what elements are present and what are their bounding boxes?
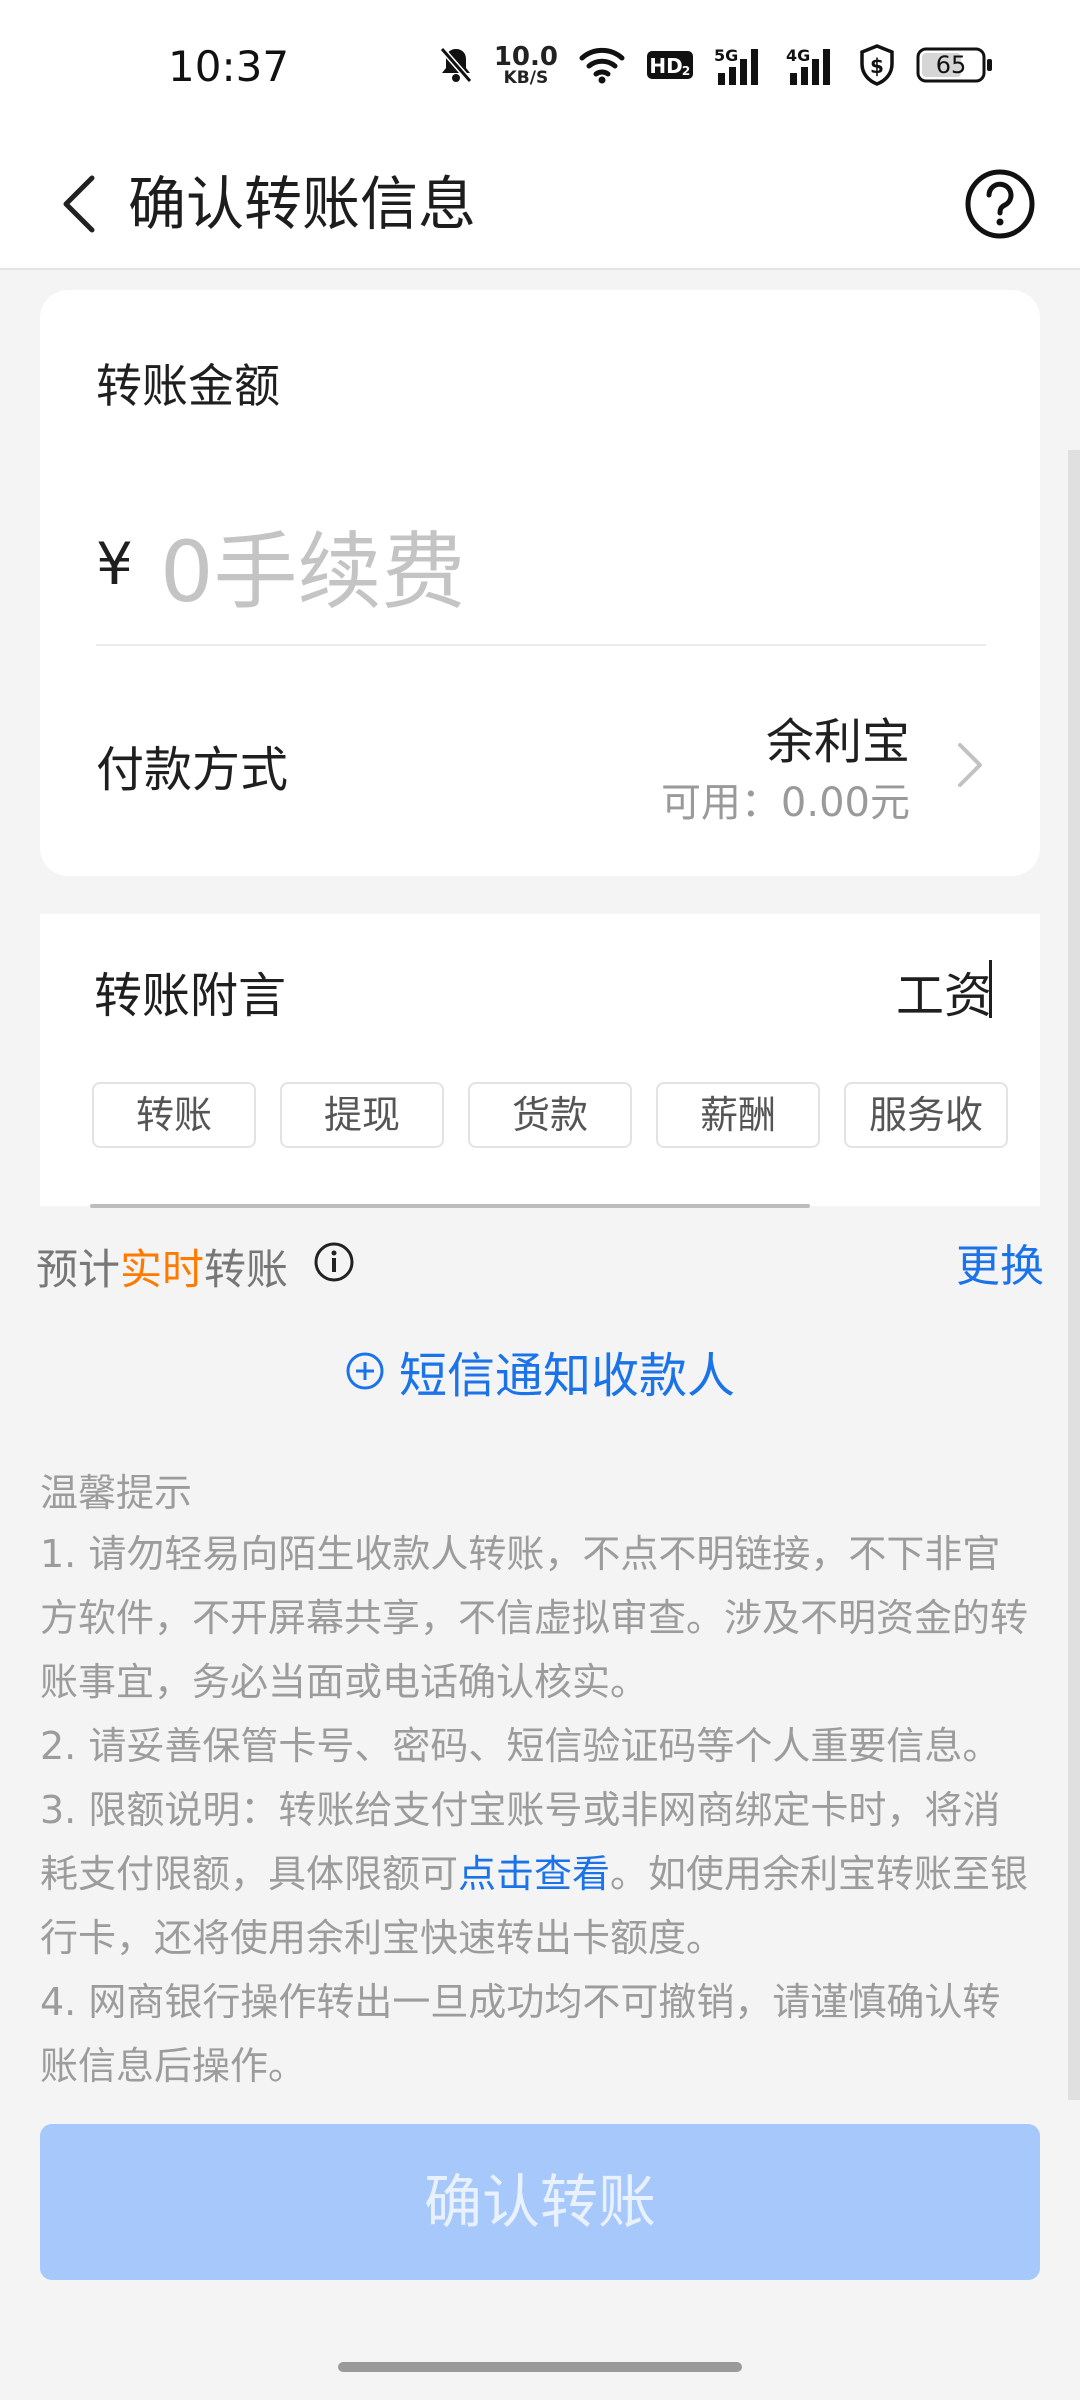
memo-input[interactable]: 工资 bbox=[896, 956, 992, 1026]
memo-chip[interactable]: 提现 bbox=[280, 1082, 444, 1148]
view-limit-link[interactable]: 点击查看 bbox=[458, 1852, 610, 1896]
tip-item: 3. 限额说明：转账给支付宝账号或非网商绑定卡时，将消耗支付限额，具体限额可点击… bbox=[40, 1778, 1030, 1970]
confirm-transfer-button[interactable]: 确认转账 bbox=[40, 2124, 1040, 2280]
currency-symbol: ¥ bbox=[96, 530, 133, 598]
chevron-left-icon bbox=[63, 175, 95, 233]
sms-notify-label: 短信通知收款人 bbox=[398, 1348, 735, 1404]
info-icon[interactable] bbox=[312, 1240, 356, 1284]
eta-highlight: 实时 bbox=[120, 1245, 205, 1294]
hd-icon: HD 2 bbox=[646, 49, 694, 81]
tip-item: 1. 请勿轻易向陌生收款人转账，不点不明链接，不下非官方软件，不开屏幕共享，不信… bbox=[40, 1532, 1029, 1704]
back-button[interactable] bbox=[40, 164, 120, 244]
svg-text:2: 2 bbox=[682, 64, 690, 78]
amount-card: 转账金额 ¥ 0手续费 付款方式 余利宝 可用：0.00元 bbox=[40, 290, 1040, 876]
net-speed-unit: KB/S bbox=[503, 67, 549, 88]
signal-5g-icon: 5G bbox=[714, 45, 766, 85]
battery-icon: 65 bbox=[916, 46, 994, 84]
memo-chip[interactable]: 货款 bbox=[468, 1082, 632, 1148]
memo-chip[interactable]: 转账 bbox=[92, 1082, 256, 1148]
status-bar: 10:37 10.0 KB/S HD 2 5G 4G $ 65 bbox=[0, 0, 1080, 140]
text-caret bbox=[989, 960, 992, 1018]
question-circle-icon bbox=[965, 169, 1035, 239]
page-scrollbar[interactable] bbox=[1068, 450, 1080, 2100]
shield-dollar-icon: $ bbox=[858, 44, 896, 86]
tip-item: 2. 请妥善保管卡号、密码、短信验证码等个人重要信息。 bbox=[40, 1724, 1001, 1768]
transfer-eta: 预计实时转账 bbox=[36, 1236, 288, 1297]
chip-scrollbar bbox=[90, 1204, 810, 1208]
eta-suffix: 转账 bbox=[204, 1245, 289, 1294]
help-button[interactable] bbox=[950, 154, 1050, 254]
tip-item: 4. 网商银行操作转出一旦成功均不可撤销，请谨慎确认转账信息后操作。 bbox=[40, 1980, 1001, 2088]
payment-method-value[interactable]: 余利宝 bbox=[766, 702, 910, 772]
svg-text:$: $ bbox=[870, 54, 884, 78]
memo-card: 转账附言 工资 转账 提现 货款 薪酬 服务收 bbox=[40, 914, 1040, 1208]
svg-text:4G: 4G bbox=[786, 46, 810, 65]
memo-chip-list[interactable]: 转账 提现 货款 薪酬 服务收 bbox=[92, 1082, 1032, 1148]
net-speed: 10.0 KB/S bbox=[494, 44, 558, 87]
mute-bell-icon bbox=[438, 45, 474, 85]
battery-level: 65 bbox=[935, 51, 967, 79]
status-icons: 10.0 KB/S HD 2 5G 4G $ 65 bbox=[438, 40, 994, 90]
amount-input[interactable]: 0手续费 bbox=[160, 505, 465, 626]
net-speed-value: 10.0 bbox=[493, 41, 558, 72]
top-app-bar: 确认转账信息 bbox=[0, 140, 1080, 270]
memo-chip[interactable]: 薪酬 bbox=[656, 1082, 820, 1148]
svg-text:5G: 5G bbox=[714, 46, 738, 65]
plus-circle-icon bbox=[346, 1352, 384, 1390]
tips-body: 1. 请勿轻易向陌生收款人转账，不点不明链接，不下非官方软件，不开屏幕共享，不信… bbox=[40, 1522, 1030, 2098]
sms-notify-button[interactable]: 短信通知收款人 bbox=[0, 1336, 1080, 1406]
eta-prefix: 预计 bbox=[36, 1245, 121, 1294]
memo-chip[interactable]: 服务收 bbox=[844, 1082, 1008, 1148]
available-balance: 可用：0.00元 bbox=[660, 780, 910, 826]
memo-label: 转账附言 bbox=[94, 968, 287, 1024]
svg-text:HD: HD bbox=[649, 54, 682, 78]
tips-title: 温馨提示 bbox=[40, 1471, 193, 1515]
page-title: 确认转账信息 bbox=[128, 170, 477, 238]
signal-4g-icon: 4G bbox=[786, 45, 838, 85]
amount-label: 转账金额 bbox=[96, 359, 280, 413]
change-button[interactable]: 更换 bbox=[956, 1230, 1044, 1294]
home-indicator[interactable] bbox=[338, 2362, 742, 2372]
wifi-icon bbox=[578, 46, 626, 84]
chevron-right-icon[interactable] bbox=[950, 735, 990, 795]
divider bbox=[96, 644, 986, 646]
status-time: 10:37 bbox=[168, 42, 290, 91]
payment-method-label: 付款方式 bbox=[96, 742, 289, 798]
